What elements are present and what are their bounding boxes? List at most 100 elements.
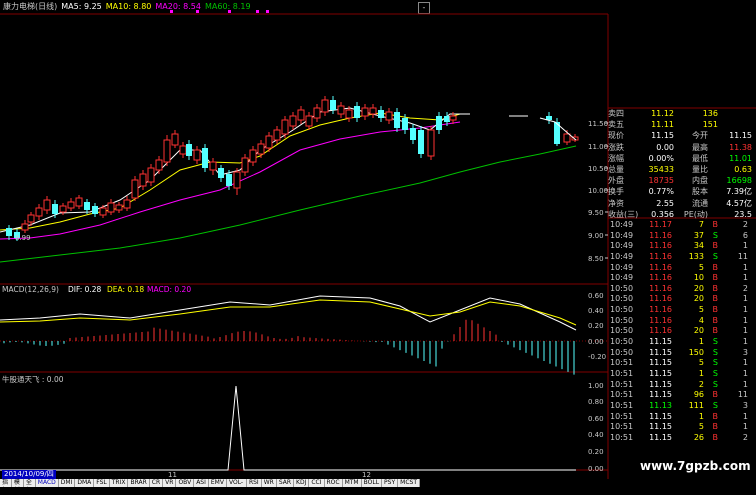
indicator-tab-cci[interactable]: CCI	[309, 479, 325, 487]
candle-body-up	[59, 205, 67, 213]
price-tick-label: 9.50	[588, 209, 604, 217]
trade-row: 10:49 11.16 5 B 1	[610, 263, 756, 274]
indicator-tab-模板[interactable]: 模板	[12, 479, 24, 494]
indicator-tab-kdj[interactable]: KDJ	[294, 479, 310, 487]
candle-body-up	[321, 99, 329, 113]
candle-body-up	[345, 109, 353, 119]
quote-field: 内盘	[692, 176, 708, 186]
candle-body-up	[107, 202, 115, 213]
candle-body-up	[249, 149, 257, 163]
price-tick-label: 10.00	[588, 187, 608, 195]
trade-volume: 96	[693, 390, 704, 400]
candle-body-down	[52, 204, 58, 214]
quote-extra: 23.5	[734, 209, 752, 219]
indicator-tab-mcst[interactable]: MCST	[398, 479, 420, 487]
trade-side: S	[712, 251, 718, 261]
indicator-tab-obv[interactable]: OBV	[176, 479, 195, 487]
indicator-tab-mtm[interactable]: MTM	[343, 479, 362, 487]
trade-volume: 150	[688, 347, 704, 357]
trade-count: 2	[742, 432, 748, 442]
quote-field: 流通	[692, 198, 708, 208]
trade-price: 11.16	[649, 251, 672, 261]
macd-tick-label: 0.40	[588, 307, 604, 315]
indicator-tab-psy[interactable]: PSY	[382, 479, 399, 487]
candlesticks	[6, 96, 579, 241]
quote-field: 股本	[692, 187, 708, 197]
trade-count: 1	[742, 326, 748, 336]
indicator-tab-指标[interactable]: 指标	[0, 479, 12, 494]
trade-side: B	[712, 390, 719, 400]
trade-price: 11.16	[649, 273, 672, 283]
trade-side: B	[712, 422, 719, 432]
indicator-tab-vr[interactable]: VR	[163, 479, 177, 487]
trade-row: 10:49 11.16 37 S 6	[610, 231, 756, 242]
trade-volume: 2	[698, 379, 704, 389]
candle-body-up	[43, 199, 51, 211]
candle-body-up	[369, 107, 377, 115]
candle-body-down	[186, 144, 192, 156]
indicator-tab-rsi[interactable]: RSI	[247, 479, 262, 487]
candle-body-down	[6, 228, 12, 236]
indicator-tab-cr[interactable]: CR	[150, 479, 164, 487]
trade-price: 11.15	[649, 337, 672, 347]
trade-price: 11.16	[649, 283, 672, 293]
quote-value: 35433	[648, 164, 674, 174]
indicator-tabs: 指标 模板 全部 MACD DMI DMA FSL TRIX BRAR CR VR OBV ASI EMV…	[0, 479, 420, 494]
candle-body-down	[402, 118, 408, 130]
event-markers	[170, 10, 269, 13]
stock-chart-window: 康力电梯(日线) MA5: 9.25 MA10: 8.80 MA20: 8.54 MA6…	[0, 0, 756, 494]
watermark: www.7gpzb.com	[640, 459, 751, 473]
candle-body-up	[265, 135, 273, 149]
quote-row: 现价 11.15 今开 11.15	[608, 130, 756, 141]
trade-time: 10:51	[610, 390, 634, 400]
trade-price: 11.15	[649, 347, 672, 357]
candle-body-down	[410, 128, 416, 140]
indicator-tab-wr[interactable]: WR	[262, 479, 277, 487]
indicator-tab-sar[interactable]: SAR	[277, 479, 295, 487]
indicator-tab-boll[interactable]: BOLL	[362, 479, 383, 487]
quote-row: 换手 0.77% 股本 7.39亿	[608, 186, 756, 197]
candle-body-down	[92, 206, 98, 214]
indicator-tab-emv[interactable]: EMV	[209, 479, 227, 487]
indicator-tab-fsl[interactable]: FSL	[94, 479, 110, 487]
indicator-tab-全部[interactable]: 全部	[24, 479, 36, 494]
candle-body-down	[202, 148, 208, 168]
trade-volume: 111	[688, 400, 704, 410]
trade-side: B	[712, 294, 719, 304]
trade-side: S	[712, 400, 718, 410]
indicator-tab-dma[interactable]: DMA	[75, 479, 95, 487]
quote-field: 量比	[692, 164, 708, 174]
trade-volume: 34	[693, 241, 704, 251]
trade-count: 1	[742, 294, 748, 304]
indicator-tab-brar[interactable]: BRAR	[128, 479, 150, 487]
trade-volume: 10	[693, 273, 704, 283]
trade-side: B	[712, 305, 719, 315]
trade-count: 1	[742, 358, 748, 368]
trade-count: 11	[737, 251, 748, 261]
quote-field: PE(动)	[683, 209, 708, 219]
indicator-tab-vol-tdx[interactable]: VOL-TDX	[227, 479, 247, 494]
trade-side: B	[712, 220, 719, 229]
trade-count: 1	[742, 241, 748, 251]
trade-row: 10:51 11.13 111 S 3	[610, 401, 756, 412]
low-price-label: 8.99	[15, 234, 31, 242]
quote-value: 11.11	[651, 120, 674, 130]
quote-value: 0.77%	[648, 187, 674, 197]
indicator-tab-macd[interactable]: MACD	[36, 479, 59, 487]
indicator-tab-asi[interactable]: ASI	[194, 479, 209, 487]
trade-volume: 26	[693, 432, 704, 442]
indicator-title: 牛股通天飞 : 0.00	[2, 374, 64, 384]
macd-axis: 0.60 0.40 0.20 0.00 -0.20	[588, 292, 606, 361]
trade-row: 10:51 11.15 5 B 1	[610, 422, 756, 433]
indicator-tab-trix[interactable]: TRIX	[110, 479, 129, 487]
price-tick-label: 10.50	[588, 165, 608, 173]
indicator-tab-dmi[interactable]: DMI	[59, 479, 76, 487]
trade-volume: 20	[693, 326, 704, 336]
candle-body-down	[354, 106, 360, 118]
trade-ticks-list: 10:49 11.17 7 B 2 10:49 11.16 37 S 6 10:49 11.16 34 B…	[610, 220, 756, 443]
quote-field: 136	[702, 109, 718, 118]
trade-price: 11.15	[649, 422, 672, 432]
candle-body-up	[115, 204, 123, 211]
indicator-tab-roc[interactable]: ROC	[325, 479, 343, 487]
quote-value: 11.12	[651, 109, 674, 118]
